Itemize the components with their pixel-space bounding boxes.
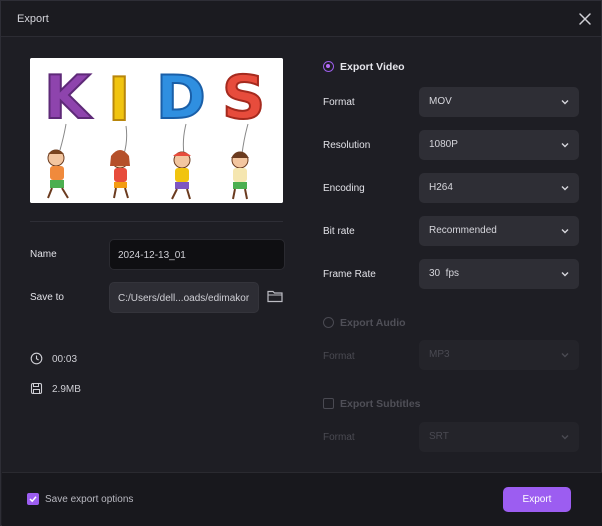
export-dialog: Export K I D S Name 2024-12-13_01 Save t… xyxy=(0,0,602,526)
subtitles-format-select[interactable]: SRT xyxy=(419,422,579,452)
name-input[interactable]: 2024-12-13_01 xyxy=(109,239,285,270)
thumb-letter-i: I xyxy=(108,65,130,135)
preview-divider xyxy=(30,221,283,222)
save-path-input[interactable]: C:/Users/dell...oads/edimakor xyxy=(109,282,259,313)
chevron-down-icon xyxy=(561,272,569,277)
chevron-down-icon xyxy=(561,353,569,358)
encoding-select[interactable]: H264 xyxy=(419,173,579,203)
chevron-down-icon xyxy=(561,186,569,191)
encoding-select-value: H264 xyxy=(429,182,453,193)
format-select[interactable]: MOV xyxy=(419,87,579,117)
bitrate-select[interactable]: Recommended xyxy=(419,216,579,246)
check-icon xyxy=(29,496,37,503)
chevron-down-icon xyxy=(561,100,569,105)
save-to-label: Save to xyxy=(30,292,64,303)
thumb-letter-d: D xyxy=(156,63,206,133)
encoding-label: Encoding xyxy=(323,183,365,194)
folder-icon[interactable] xyxy=(267,289,283,303)
export-audio-title: Export Audio xyxy=(340,317,406,329)
audio-format-label: Format xyxy=(323,351,355,362)
format-label: Format xyxy=(323,97,355,108)
subtitles-format-label: Format xyxy=(323,432,355,443)
format-select-value: MOV xyxy=(429,96,452,107)
bitrate-select-value: Recommended xyxy=(429,225,497,236)
framerate-label: Frame Rate xyxy=(323,269,376,280)
audio-format-select[interactable]: MP3 xyxy=(419,340,579,370)
export-button[interactable]: Export xyxy=(503,487,571,512)
chevron-down-icon xyxy=(561,435,569,440)
chevron-down-icon xyxy=(561,143,569,148)
thumbnail-image: K I D S xyxy=(30,58,283,203)
thumb-letter-k: K xyxy=(44,63,93,133)
name-label: Name xyxy=(30,249,57,260)
resolution-label: Resolution xyxy=(323,140,371,151)
dialog-title: Export xyxy=(17,13,49,25)
save-options-label: Save export options xyxy=(45,494,134,505)
bitrate-label: Bit rate xyxy=(323,226,355,237)
export-subtitles-title: Export Subtitles xyxy=(340,398,421,410)
file-size-value: 2.9MB xyxy=(52,384,81,395)
resolution-select-value: 1080P xyxy=(429,139,458,150)
framerate-select-value: 30 fps xyxy=(429,268,460,279)
framerate-select[interactable]: 30 fps xyxy=(419,259,579,289)
title-bar: Export xyxy=(1,1,601,37)
close-icon[interactable] xyxy=(575,9,595,29)
save-disk-icon xyxy=(30,382,43,395)
export-video-radio[interactable] xyxy=(323,61,334,72)
clock-icon xyxy=(30,352,43,365)
subtitles-format-select-value: SRT xyxy=(429,431,449,442)
resolution-select[interactable]: 1080P xyxy=(419,130,579,160)
video-thumbnail: K I D S xyxy=(30,58,283,203)
duration-value: 00:03 xyxy=(52,354,78,365)
export-subtitles-checkbox[interactable] xyxy=(323,398,334,409)
chevron-down-icon xyxy=(561,229,569,234)
save-options-checkbox[interactable] xyxy=(27,493,39,505)
export-audio-radio[interactable] xyxy=(323,317,334,328)
thumb-letter-s: S xyxy=(222,63,265,133)
audio-format-select-value: MP3 xyxy=(429,349,450,360)
export-video-title: Export Video xyxy=(340,61,405,73)
